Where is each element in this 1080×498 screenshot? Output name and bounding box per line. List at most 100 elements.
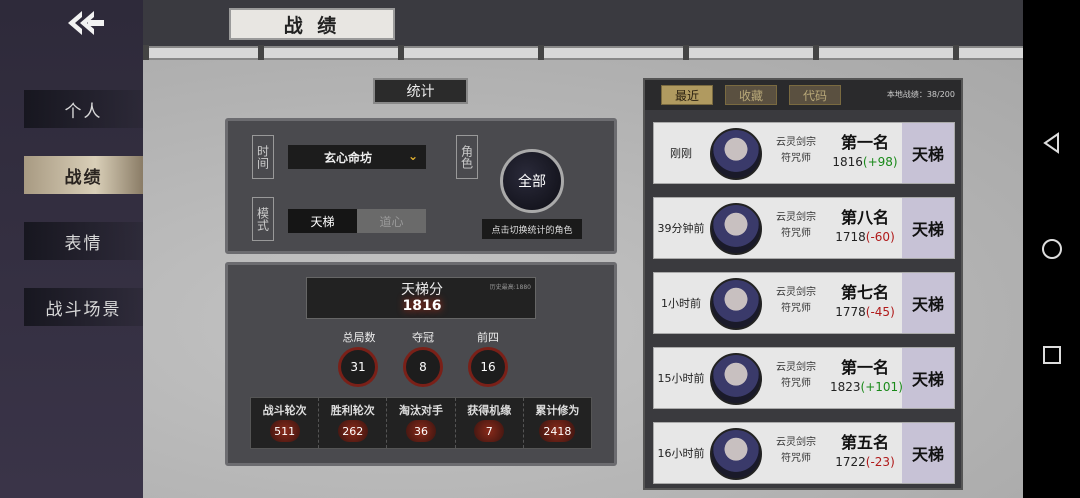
switch-role-hint: 点击切换统计的角色	[482, 219, 582, 239]
character-avatar	[710, 278, 762, 330]
decorative-rail	[143, 45, 1023, 61]
match-score-delta: (-45)	[865, 305, 895, 319]
match-sect: 云灵剑宗	[776, 137, 816, 148]
match-mode-badge: 天梯	[902, 273, 954, 333]
character-avatar	[710, 353, 762, 405]
detail-stat: 淘汰对手 36	[387, 398, 456, 448]
score-panel: 天梯分 历史最高:1880 1816 总局数 31 夺冠 8 前四 16 战斗轮…	[225, 262, 617, 466]
rail-knob	[953, 45, 959, 61]
tab-favorites[interactable]: 收藏	[725, 85, 777, 105]
match-score: 1778(-45)	[830, 305, 900, 319]
detail-stat-label: 淘汰对手	[399, 404, 443, 417]
match-sect: 云灵剑宗	[776, 437, 816, 448]
match-sect: 云灵剑宗	[776, 362, 816, 373]
match-score: 1718(-60)	[830, 230, 900, 244]
mode-option-ladder[interactable]: 天梯	[288, 209, 357, 233]
rail-knob	[813, 45, 819, 61]
match-character: 云灵剑宗 符咒师	[764, 360, 828, 392]
match-rank: 第五名	[840, 433, 889, 452]
detail-stat: 战斗轮次 511	[251, 398, 320, 448]
season-select[interactable]: 玄心命坊 ⌄	[288, 145, 426, 169]
sidebar-item-label: 个人	[64, 101, 103, 122]
ladder-best-score: 历史最高:1880	[489, 284, 531, 291]
match-rank: 第七名	[840, 283, 889, 302]
match-role: 符咒师	[781, 453, 811, 464]
main-panel: 战 绩 统计 时间 玄心命坊 ⌄ 模式 天梯 道心 角色 全部 点击切换统计的角…	[143, 0, 1023, 498]
character-avatar	[710, 203, 762, 255]
all-roles-button[interactable]: 全部	[500, 149, 564, 213]
tab-stats[interactable]: 统计	[373, 78, 468, 104]
detail-stat-value: 36	[406, 420, 436, 442]
sidebar: 个人 战绩 表情 战斗场景	[0, 0, 143, 498]
system-nav-bar	[1023, 0, 1080, 498]
season-select-value: 玄心命坊	[324, 150, 373, 165]
square-recent-icon[interactable]	[1041, 344, 1063, 366]
rail-knob	[143, 45, 149, 61]
tab-code[interactable]: 代码	[789, 85, 841, 105]
match-score: 1816(+98)	[830, 155, 900, 169]
chevron-down-icon: ⌄	[407, 149, 418, 163]
sidebar-item-label: 战斗场景	[45, 299, 122, 320]
match-rank: 第一名	[840, 133, 889, 152]
match-role: 符咒师	[781, 153, 811, 164]
sidebar-item-emotes[interactable]: 表情	[24, 222, 143, 260]
match-sect: 云灵剑宗	[776, 287, 816, 298]
detail-stat-label: 累计修为	[535, 404, 580, 417]
match-role: 符咒师	[781, 228, 811, 239]
match-score-delta: (-60)	[865, 230, 895, 244]
tab-recent[interactable]: 最近	[661, 85, 713, 105]
summary-value: 8	[403, 347, 443, 387]
rail-knob	[258, 45, 264, 61]
mode-option-daoxin[interactable]: 道心	[357, 209, 426, 233]
match-score-delta: (-23)	[865, 455, 895, 469]
match-character: 云灵剑宗 符咒师	[764, 135, 828, 167]
detail-stat: 获得机缘 7	[456, 398, 524, 448]
match-row[interactable]: 16小时前 云灵剑宗 符咒师 第五名 1722(-23) 天梯	[653, 422, 955, 484]
sidebar-item-records[interactable]: 战绩	[24, 156, 143, 194]
back-button[interactable]	[62, 6, 112, 40]
match-time: 39分钟前	[657, 222, 705, 235]
character-avatar	[710, 428, 762, 480]
match-mode-badge: 天梯	[902, 198, 954, 258]
detail-stat-value: 2418	[539, 420, 576, 442]
mode-toggle[interactable]: 天梯 道心	[288, 209, 426, 233]
match-records-panel: 最近 收藏 代码 本地战绩：38/200 刚刚 云灵剑宗 符咒师 第一名 1816(+9…	[643, 78, 963, 490]
sidebar-item-profile[interactable]: 个人	[24, 90, 143, 128]
match-score-delta: (+98)	[862, 155, 898, 169]
match-score-value: 1816	[832, 155, 863, 169]
character-avatar	[710, 128, 762, 180]
match-score: 1722(-23)	[830, 455, 900, 469]
triangle-back-icon[interactable]	[1041, 132, 1063, 154]
sidebar-item-label: 战绩	[64, 167, 103, 188]
match-mode-badge: 天梯	[902, 348, 954, 408]
match-score-delta: (+101)	[860, 380, 903, 394]
match-row[interactable]: 1小时前 云灵剑宗 符咒师 第七名 1778(-45) 天梯	[653, 272, 955, 334]
match-time: 刚刚	[670, 147, 692, 160]
match-rank: 第八名	[840, 208, 889, 227]
summary-label: 夺冠	[412, 331, 434, 344]
match-row[interactable]: 15小时前 云灵剑宗 符咒师 第一名 1823(+101) 天梯	[653, 347, 955, 409]
detail-stats-strip: 战斗轮次 511 胜利轮次 262 淘汰对手 36 获得机缘 7 累计修为 24…	[250, 397, 592, 449]
summary-label: 前四	[477, 331, 499, 344]
sidebar-item-battle-scene[interactable]: 战斗场景	[24, 288, 143, 326]
match-score-value: 1823	[830, 380, 861, 394]
detail-stat-label: 获得机缘	[467, 404, 512, 417]
rail-knob	[683, 45, 689, 61]
match-mode-badge: 天梯	[902, 423, 954, 483]
match-score-value: 1718	[835, 230, 866, 244]
match-row[interactable]: 刚刚 云灵剑宗 符咒师 第一名 1816(+98) 天梯	[653, 122, 955, 184]
match-character: 云灵剑宗 符咒师	[764, 210, 828, 242]
match-rank: 第一名	[840, 358, 889, 377]
stats-filter-panel: 时间 玄心命坊 ⌄ 模式 天梯 道心 角色 全部 点击切换统计的角色	[225, 118, 617, 254]
match-row[interactable]: 39分钟前 云灵剑宗 符咒师 第八名 1718(-60) 天梯	[653, 197, 955, 259]
match-score-value: 1722	[835, 455, 866, 469]
records-tab-bar: 最近 收藏 代码 本地战绩：38/200	[645, 80, 961, 110]
match-sect: 云灵剑宗	[776, 212, 816, 223]
circle-home-icon[interactable]	[1041, 238, 1063, 260]
role-label: 角色	[456, 135, 478, 179]
ladder-score-value: 1816	[402, 298, 442, 314]
summary-value: 16	[468, 347, 508, 387]
rail-knob	[398, 45, 404, 61]
mode-label: 模式	[252, 197, 274, 241]
match-character: 云灵剑宗 符咒师	[764, 285, 828, 317]
